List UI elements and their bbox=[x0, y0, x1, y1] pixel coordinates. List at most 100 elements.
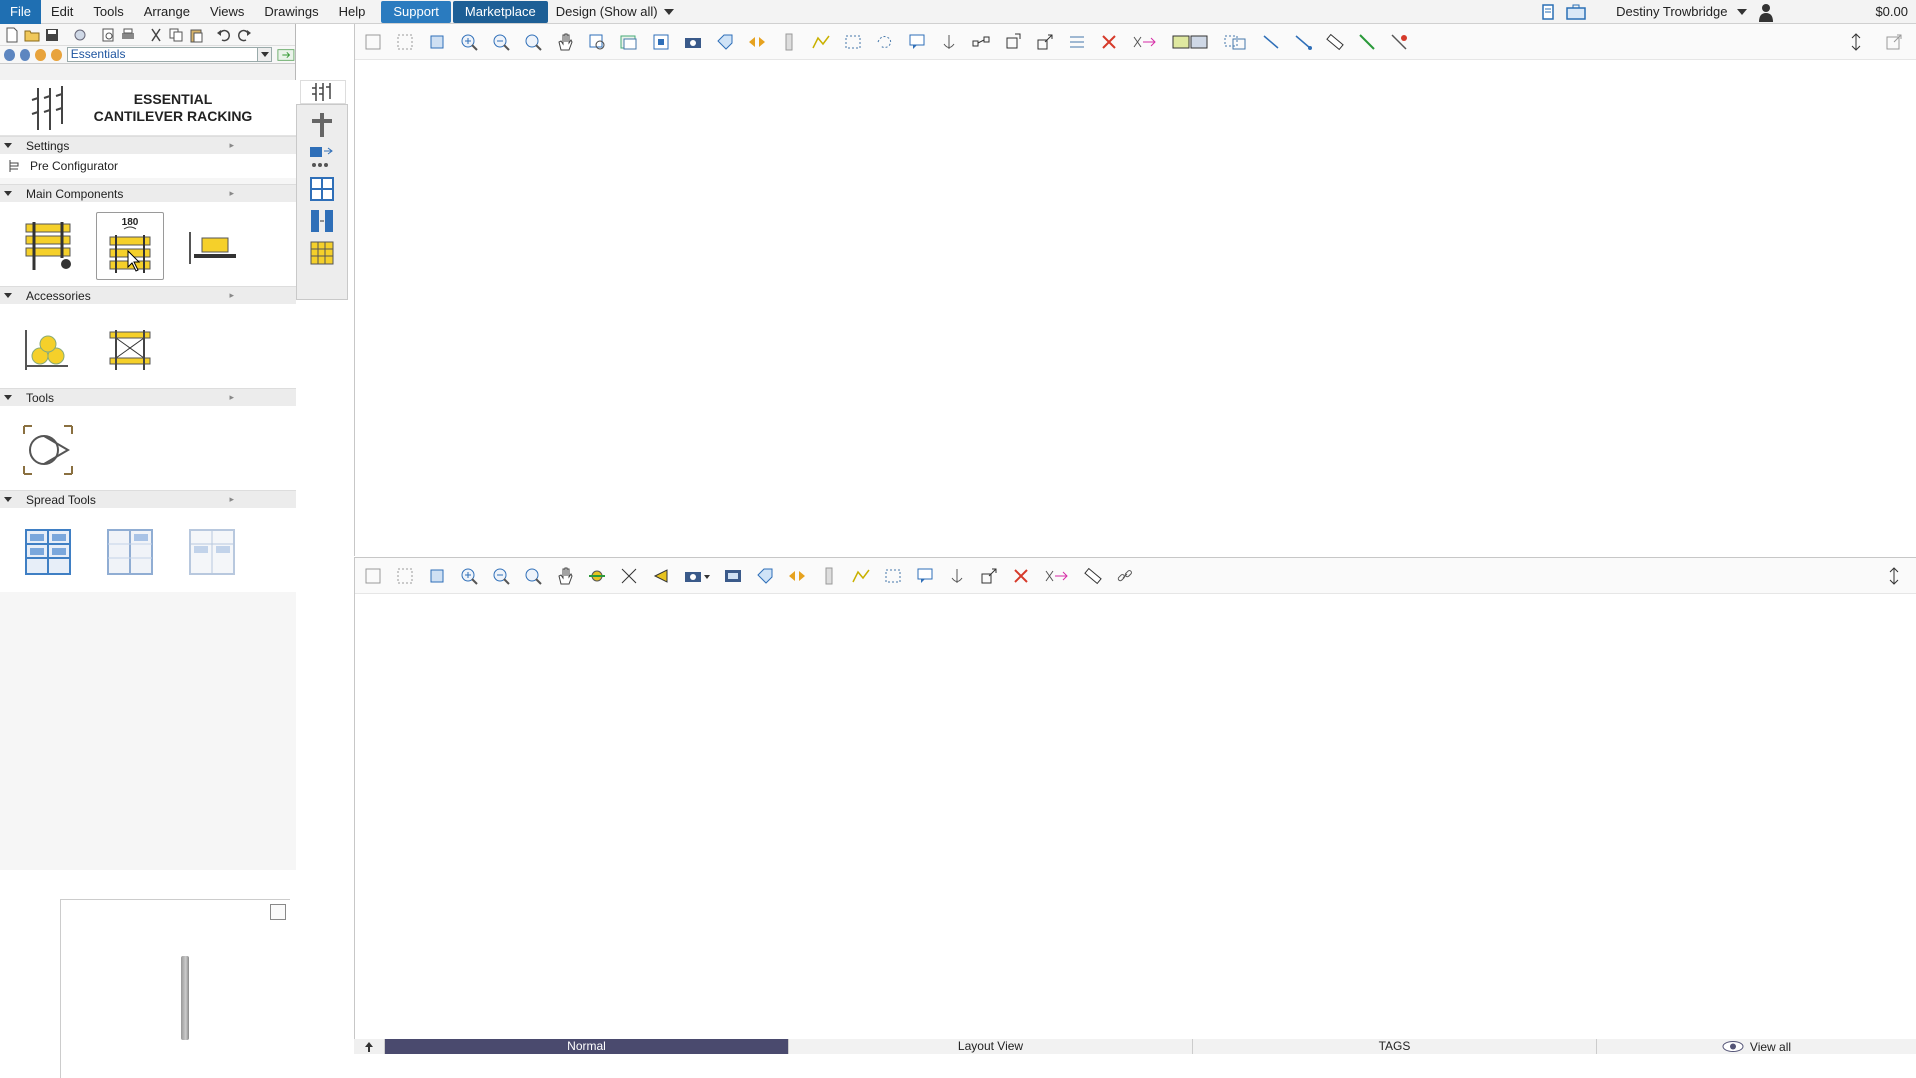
spread-tool-light-tile[interactable] bbox=[178, 518, 246, 586]
draw-line-alt-icon[interactable] bbox=[1293, 32, 1313, 52]
rotate-icon[interactable] bbox=[1003, 32, 1023, 52]
rack-mini-icon[interactable] bbox=[311, 81, 335, 103]
zoom-1to1-icon[interactable] bbox=[363, 32, 383, 52]
select-rectangle-icon[interactable] bbox=[843, 32, 863, 52]
polyline-icon[interactable] bbox=[851, 566, 871, 586]
marketplace-button[interactable]: Marketplace bbox=[452, 0, 548, 23]
external-link-icon[interactable] bbox=[1884, 32, 1904, 52]
link-icon[interactable] bbox=[1115, 566, 1135, 586]
menu-file[interactable]: File bbox=[0, 0, 41, 24]
zoom-extents-icon[interactable] bbox=[427, 32, 447, 52]
section-main-components[interactable]: Main Components ▸ bbox=[0, 184, 296, 202]
spread-tool-half-tile[interactable] bbox=[96, 518, 164, 586]
camera-dropdown-icon[interactable] bbox=[683, 566, 711, 586]
dimension-icon[interactable] bbox=[1357, 32, 1377, 52]
print-preview-icon[interactable] bbox=[100, 27, 116, 43]
print-icon[interactable] bbox=[120, 27, 136, 43]
column-icon[interactable] bbox=[779, 32, 799, 52]
document-icon[interactable] bbox=[1540, 3, 1556, 20]
collapse-arrow-icon[interactable] bbox=[4, 395, 12, 400]
favorites-icon[interactable] bbox=[51, 48, 62, 61]
vertical-resize-icon[interactable] bbox=[1846, 32, 1866, 52]
delete-icon[interactable] bbox=[1011, 566, 1031, 586]
cantilever-strip-icon[interactable] bbox=[308, 239, 336, 267]
resize-icon[interactable] bbox=[1035, 32, 1055, 52]
view-all-button[interactable]: View all bbox=[1596, 1039, 1916, 1054]
back-icon[interactable] bbox=[4, 48, 15, 61]
section-tools[interactable]: Tools ▸ bbox=[0, 388, 296, 406]
collapse-arrow-icon[interactable] bbox=[4, 293, 12, 298]
redo-icon[interactable] bbox=[236, 27, 252, 43]
pin-icon[interactable] bbox=[354, 1039, 384, 1054]
resize-icon[interactable] bbox=[979, 566, 999, 586]
shelving-blue-icon[interactable] bbox=[308, 175, 336, 203]
dimension-edit-icon[interactable] bbox=[1389, 32, 1409, 52]
zoom-window-icon[interactable] bbox=[587, 32, 607, 52]
comment-icon[interactable] bbox=[915, 566, 935, 586]
copy-icon[interactable] bbox=[168, 27, 184, 43]
expand-chevron-icon[interactable]: ▸ bbox=[229, 188, 234, 199]
menu-help[interactable]: Help bbox=[329, 0, 376, 24]
undo-icon[interactable] bbox=[216, 27, 232, 43]
draw-line-icon[interactable] bbox=[1261, 32, 1281, 52]
cantilever-rack-single-tile[interactable]: 180 bbox=[96, 212, 164, 280]
home-icon[interactable] bbox=[35, 48, 47, 61]
zoom-extents-icon[interactable] bbox=[427, 566, 447, 586]
elevation-view[interactable] bbox=[354, 557, 1916, 1039]
section-cut-icon[interactable] bbox=[651, 566, 671, 586]
menu-edit[interactable]: Edit bbox=[41, 0, 83, 24]
copy-move-icon[interactable] bbox=[1223, 32, 1249, 52]
polyline-icon[interactable] bbox=[811, 32, 831, 52]
lasso-icon[interactable] bbox=[875, 32, 895, 52]
paste-icon[interactable] bbox=[188, 27, 204, 43]
resize-arrow-icon[interactable] bbox=[270, 904, 286, 920]
zoom-in-icon[interactable] bbox=[459, 566, 479, 586]
briefcase-icon[interactable] bbox=[1566, 4, 1586, 20]
tab-layout-view[interactable]: Layout View bbox=[788, 1039, 1192, 1054]
section-spread-tools[interactable]: Spread Tools ▸ bbox=[0, 490, 296, 508]
tab-tags[interactable]: TAGS bbox=[1192, 1039, 1596, 1054]
save-icon[interactable] bbox=[44, 27, 60, 43]
settings-gear-icon[interactable] bbox=[72, 27, 88, 43]
align-icon[interactable] bbox=[1067, 32, 1087, 52]
expand-chevron-icon[interactable]: ▸ bbox=[229, 494, 234, 505]
user-name[interactable]: Destiny Trowbridge bbox=[1616, 4, 1727, 19]
pre-configurator-item[interactable]: Pre Configurator bbox=[0, 154, 296, 178]
pallet-racking-icon[interactable] bbox=[308, 111, 336, 139]
zoom-out-icon[interactable] bbox=[491, 32, 511, 52]
flip-horizontal-icon[interactable] bbox=[747, 32, 767, 52]
zoom-out-icon[interactable] bbox=[491, 566, 511, 586]
pan-hand-icon[interactable] bbox=[555, 32, 575, 52]
new-file-icon[interactable] bbox=[4, 27, 20, 43]
expand-chevron-icon[interactable]: ▸ bbox=[229, 392, 234, 403]
plan-view[interactable] bbox=[354, 24, 1916, 556]
array-icon[interactable] bbox=[1171, 32, 1211, 52]
column-icon[interactable] bbox=[819, 566, 839, 586]
fit-view-icon[interactable] bbox=[619, 566, 639, 586]
camera-icon[interactable] bbox=[683, 32, 703, 52]
forward-icon[interactable] bbox=[19, 48, 31, 61]
support-button[interactable]: Support bbox=[381, 0, 451, 23]
frame-icon[interactable] bbox=[651, 32, 671, 52]
zoom-previous-icon[interactable] bbox=[523, 32, 543, 52]
section-settings[interactable]: Settings ▸ bbox=[0, 136, 296, 154]
dock-panel-icon[interactable] bbox=[277, 48, 295, 62]
spread-tool-full-tile[interactable] bbox=[14, 518, 82, 586]
pipe-stop-tile[interactable] bbox=[14, 314, 82, 382]
zoom-selection-icon[interactable] bbox=[395, 566, 415, 586]
delete-icon[interactable] bbox=[1099, 32, 1119, 52]
design-dropdown[interactable]: Design (Show all) bbox=[556, 4, 674, 19]
library-select[interactable]: Essentials bbox=[66, 47, 273, 62]
collapse-arrow-icon[interactable] bbox=[4, 143, 12, 148]
vertical-resize-icon[interactable] bbox=[1884, 566, 1904, 586]
orbit-icon[interactable] bbox=[587, 566, 607, 586]
connect-icon[interactable] bbox=[971, 32, 991, 52]
cross-brace-tile[interactable] bbox=[96, 314, 164, 382]
zoom-1to1-icon[interactable] bbox=[363, 566, 383, 586]
expand-chevron-icon[interactable]: ▸ bbox=[229, 290, 234, 301]
zoom-selection-icon[interactable] bbox=[395, 32, 415, 52]
cantilever-rack-double-tile[interactable] bbox=[14, 212, 82, 280]
tag-icon[interactable] bbox=[755, 566, 775, 586]
avatar-icon[interactable] bbox=[1757, 2, 1775, 22]
mobile-shelving-icon[interactable] bbox=[308, 207, 336, 235]
